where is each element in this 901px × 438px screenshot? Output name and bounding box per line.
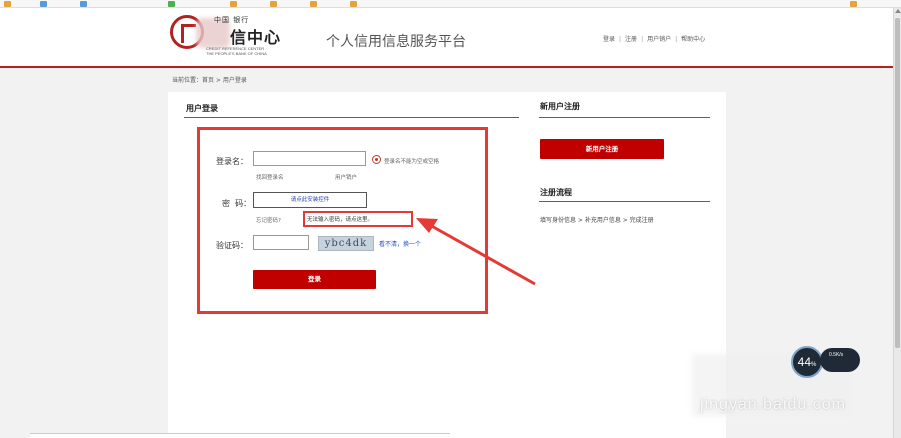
speed-unit: %: [811, 362, 817, 368]
nav-register-link[interactable]: 注册: [625, 34, 637, 43]
bookmark-icon[interactable]: [40, 1, 47, 7]
bookmark-icon[interactable]: [80, 1, 87, 7]
speed-widget[interactable]: 44%: [791, 346, 823, 378]
nav-separator: |: [619, 36, 622, 43]
password-help-link[interactable]: 无法输入密码，请点这里。: [307, 215, 373, 223]
register-flow-steps: 填写身份信息 > 补充用户信息 > 完成注册: [540, 217, 654, 224]
bookmark-icon[interactable]: [270, 1, 277, 7]
bookmark-icon[interactable]: [310, 1, 317, 7]
scroll-up-icon[interactable]: [895, 9, 901, 13]
username-input[interactable]: [253, 151, 366, 166]
upload-speed: 0.5K/s: [829, 352, 844, 358]
nav-login-link[interactable]: 登录: [603, 34, 615, 43]
nav-deactivate-link[interactable]: 用户销户: [647, 34, 671, 43]
captcha-refresh-link[interactable]: 看不清，换一个: [379, 239, 421, 248]
captcha-label: 验证码：: [216, 241, 248, 250]
forgot-password-link[interactable]: 忘记密码?: [256, 216, 281, 224]
register-section-rule: [539, 117, 710, 118]
bookmark-icon[interactable]: [350, 1, 357, 7]
page-scrollbar[interactable]: [893, 8, 901, 438]
breadcrumb: 当前位置：首页 > 用户登录: [172, 77, 247, 84]
nav-separator: |: [675, 36, 678, 43]
captcha-image[interactable]: ybc4dk: [318, 236, 374, 251]
password-label: 密 码：: [222, 199, 252, 208]
header-divider: [0, 66, 893, 68]
deactivate-link[interactable]: 用户销户: [335, 173, 357, 181]
site-logo[interactable]: 中国 银行 信中心 CREDIT REFERENCE CENTER THE PE…: [170, 12, 295, 56]
register-section-title: 新用户注册: [540, 102, 580, 111]
scroll-thumb[interactable]: [895, 18, 900, 348]
nav-separator: |: [641, 36, 644, 43]
new-user-register-button[interactable]: 新用户注册: [540, 139, 664, 159]
install-control-button[interactable]: 请点此安装控件: [253, 192, 367, 208]
username-label: 登录名：: [216, 157, 248, 166]
watermark: jingyan.baidu.com: [700, 396, 846, 413]
find-username-link[interactable]: 找回登录名: [256, 173, 284, 181]
login-section-title: 用户登录: [186, 104, 218, 113]
bottom-status-strip: [30, 433, 450, 438]
bookmarks-bar: [0, 0, 901, 8]
register-flow-title: 注册流程: [540, 188, 572, 197]
bookmark-icon[interactable]: [230, 1, 237, 7]
login-button[interactable]: 登录: [253, 270, 376, 289]
register-flow-rule: [539, 201, 710, 202]
bookmark-icon[interactable]: [850, 1, 857, 7]
bookmark-icon[interactable]: [168, 1, 175, 7]
top-nav: 登录 | 注册 | 用户销户 | 帮助中心: [603, 34, 705, 43]
speed-value: 44: [797, 355, 811, 369]
login-section-rule: [184, 117, 519, 118]
logo-chars: 信中心: [230, 28, 282, 47]
captcha-input[interactable]: [253, 235, 309, 250]
info-radio-icon: [372, 155, 381, 164]
bookmark-icon[interactable]: [4, 1, 11, 7]
nav-help-link[interactable]: 帮助中心: [681, 34, 705, 43]
site-title: 个人信用信息服务平台: [326, 34, 466, 50]
username-hint: 登录名不能为空或空格: [384, 159, 440, 165]
speed-detail: 0.5K/s: [820, 348, 860, 372]
logo-english-line-2: THE PEOPLE'S BANK OF CHINA: [206, 51, 267, 56]
